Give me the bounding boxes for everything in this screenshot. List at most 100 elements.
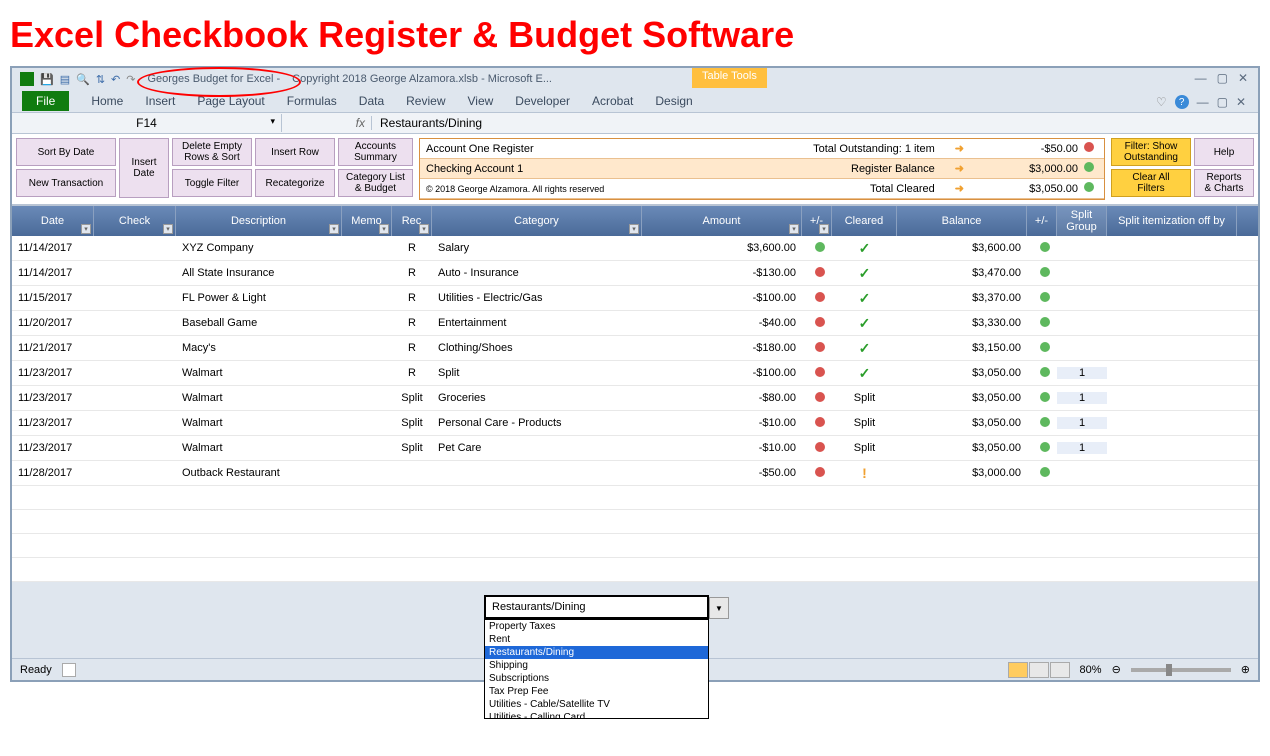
cell-split-group[interactable]: 1 [1057, 392, 1107, 404]
cell-cleared[interactable]: Split [832, 392, 897, 404]
save-icon[interactable]: 💾 [40, 73, 54, 86]
window-restore-icon[interactable]: ▢ [1217, 95, 1228, 109]
col-check[interactable]: Check▾ [94, 206, 176, 236]
cell-rec[interactable]: R [392, 317, 432, 329]
tab-acrobat[interactable]: Acrobat [592, 94, 633, 108]
table-row-empty[interactable] [12, 558, 1258, 582]
cell-category[interactable]: Salary [432, 242, 642, 254]
tab-home[interactable]: Home [91, 94, 123, 108]
cell-balance[interactable]: $3,150.00 [897, 342, 1027, 354]
delete-empty-button[interactable]: Delete Empty Rows & Sort [172, 138, 252, 166]
macro-record-icon[interactable] [62, 663, 76, 677]
table-row-empty[interactable] [12, 534, 1258, 558]
cell-category[interactable]: Personal Care - Products [432, 417, 642, 429]
undo-icon[interactable]: ↶ [111, 73, 120, 86]
tab-review[interactable]: Review [406, 94, 445, 108]
cell-split-group[interactable]: 1 [1057, 417, 1107, 429]
filter-dropdown-icon[interactable]: ▾ [819, 224, 829, 234]
cell-amount[interactable]: -$40.00 [642, 317, 802, 329]
table-row[interactable]: 11/23/2017WalmartSplitPersonal Care - Pr… [12, 411, 1258, 436]
find-icon[interactable]: 🔍 [76, 73, 90, 86]
cell-description[interactable]: XYZ Company [176, 242, 342, 254]
cell-amount[interactable]: $3,600.00 [642, 242, 802, 254]
category-cell-active[interactable]: Restaurants/Dining ▼ [484, 595, 709, 619]
cell-rec[interactable]: Split [392, 392, 432, 404]
cell-date[interactable]: 11/14/2017 [12, 242, 94, 254]
cell-category[interactable]: Pet Care [432, 442, 642, 454]
cell-balance[interactable]: $3,470.00 [897, 267, 1027, 279]
filter-dropdown-icon[interactable]: ▾ [629, 224, 639, 234]
cell-balance[interactable]: $3,370.00 [897, 292, 1027, 304]
cell-cleared[interactable]: ✓ [832, 290, 897, 307]
cell-balance[interactable]: $3,050.00 [897, 417, 1027, 429]
table-row-empty[interactable] [12, 486, 1258, 510]
cell-split-group[interactable]: 1 [1057, 367, 1107, 379]
fx-label[interactable]: fx [282, 116, 372, 130]
tab-data[interactable]: Data [359, 94, 384, 108]
filter-dropdown-icon[interactable]: ▾ [329, 224, 339, 234]
close-icon[interactable]: ✕ [1238, 71, 1248, 85]
cell-rec[interactable]: R [392, 292, 432, 304]
cell-date[interactable]: 11/23/2017 [12, 392, 94, 404]
cell-category[interactable]: Clothing/Shoes [432, 342, 642, 354]
cell-description[interactable]: Outback Restaurant [176, 467, 342, 479]
maximize-icon[interactable]: ▢ [1217, 71, 1228, 85]
redo-icon[interactable]: ↷ [126, 73, 135, 86]
clear-filters-button[interactable]: Clear All Filters [1111, 169, 1191, 197]
cell-date[interactable]: 11/21/2017 [12, 342, 94, 354]
table-row[interactable]: 11/28/2017Outback Restaurant-$50.00!$3,0… [12, 461, 1258, 486]
help-button[interactable]: Help [1194, 138, 1254, 166]
normal-view-button[interactable] [1008, 662, 1028, 678]
cell-balance[interactable]: $3,330.00 [897, 317, 1027, 329]
zoom-out-button[interactable]: ⊖ [1112, 663, 1121, 676]
cell-cleared[interactable]: ! [832, 465, 897, 481]
cell-date[interactable]: 11/23/2017 [12, 367, 94, 379]
cell-balance[interactable]: $3,050.00 [897, 367, 1027, 379]
cell-description[interactable]: Walmart [176, 417, 342, 429]
col-cleared[interactable]: Cleared [832, 206, 897, 236]
col-pm1[interactable]: +/-▾ [802, 206, 832, 236]
table-row[interactable]: 11/14/2017All State InsuranceRAuto - Ins… [12, 261, 1258, 286]
cell-balance[interactable]: $3,050.00 [897, 442, 1027, 454]
cell-amount[interactable]: -$100.00 [642, 367, 802, 379]
dropdown-item[interactable]: Restaurants/Dining [485, 646, 708, 659]
dropdown-item[interactable]: Utilities - Calling Card [485, 711, 708, 719]
col-date[interactable]: Date▾ [12, 206, 94, 236]
cell-cleared[interactable]: ✓ [832, 340, 897, 357]
accounts-summary-button[interactable]: Accounts Summary [338, 138, 413, 166]
table-row[interactable]: 11/20/2017Baseball GameREntertainment-$4… [12, 311, 1258, 336]
reports-button[interactable]: Reports & Charts [1194, 169, 1254, 197]
cell-amount[interactable]: -$130.00 [642, 267, 802, 279]
cell-balance[interactable]: $3,600.00 [897, 242, 1027, 254]
page-layout-view-button[interactable] [1029, 662, 1049, 678]
dropdown-item[interactable]: Tax Prep Fee [485, 685, 708, 698]
cell-amount[interactable]: -$100.00 [642, 292, 802, 304]
cell-cleared[interactable]: ✓ [832, 240, 897, 257]
name-box[interactable]: F14 [12, 114, 282, 132]
cell-description[interactable]: Macy's [176, 342, 342, 354]
cell-category[interactable]: Entertainment [432, 317, 642, 329]
cell-cleared[interactable]: ✓ [832, 265, 897, 282]
filter-dropdown-icon[interactable]: ▾ [379, 224, 389, 234]
cell-amount[interactable]: -$80.00 [642, 392, 802, 404]
table-row[interactable]: 11/14/2017XYZ CompanyRSalary$3,600.00✓$3… [12, 236, 1258, 261]
cell-rec[interactable]: R [392, 267, 432, 279]
new-transaction-button[interactable]: New Transaction [16, 169, 116, 197]
cell-balance[interactable]: $3,050.00 [897, 392, 1027, 404]
cell-amount[interactable]: -$10.00 [642, 417, 802, 429]
col-category[interactable]: Category▾ [432, 206, 642, 236]
dropdown-item[interactable]: Shipping [485, 659, 708, 672]
cell-category[interactable]: Auto - Insurance [432, 267, 642, 279]
zoom-in-button[interactable]: ⊕ [1241, 663, 1250, 676]
dropdown-item[interactable]: Property Taxes [485, 620, 708, 633]
cell-date[interactable]: 11/15/2017 [12, 292, 94, 304]
cell-date[interactable]: 11/14/2017 [12, 267, 94, 279]
dropdown-item[interactable]: Utilities - Cable/Satellite TV [485, 698, 708, 711]
col-memo[interactable]: Memo▾ [342, 206, 392, 236]
list-icon[interactable]: ▤ [60, 73, 70, 86]
filter-dropdown-icon[interactable]: ▾ [163, 224, 173, 234]
cell-category[interactable]: Groceries [432, 392, 642, 404]
tab-view[interactable]: View [468, 94, 494, 108]
filter-dropdown-icon[interactable]: ▾ [789, 224, 799, 234]
cell-description[interactable]: Baseball Game [176, 317, 342, 329]
